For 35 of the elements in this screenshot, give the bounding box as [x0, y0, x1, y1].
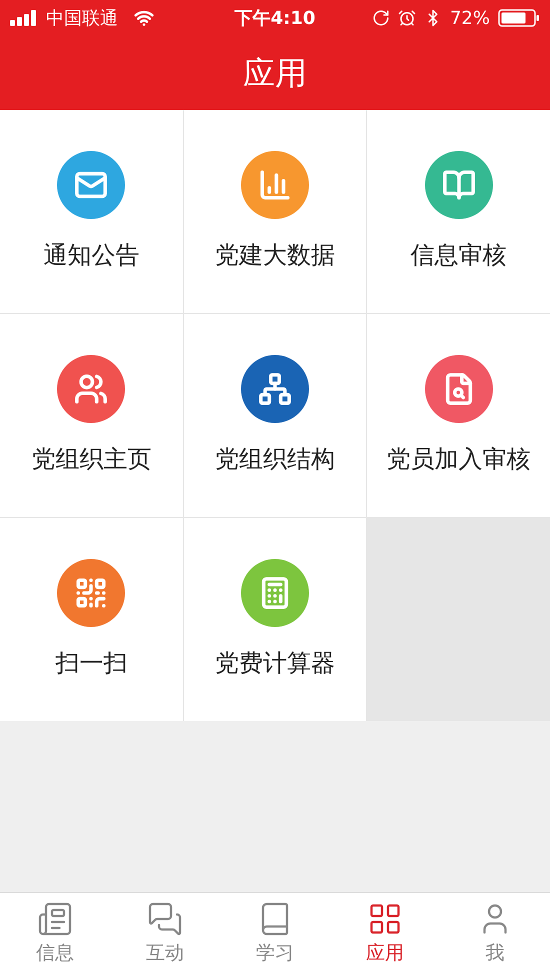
app-tile[interactable]: 通知公告	[0, 110, 183, 313]
app-tile[interactable]: 党建大数据	[184, 110, 366, 313]
tab-item[interactable]: 信息	[0, 893, 110, 976]
tab-item[interactable]: 学习	[220, 893, 330, 976]
app-label: 党员加入审核	[386, 444, 531, 474]
app-label: 党组织结构	[214, 444, 335, 474]
app-label: 信息审核	[410, 240, 507, 270]
app-label: 通知公告	[43, 240, 140, 270]
qr-code-icon	[74, 576, 108, 610]
tab-item[interactable]: 应用	[330, 893, 440, 976]
app-label: 党建大数据	[214, 240, 335, 270]
app-label: 党费计算器	[214, 648, 335, 678]
app-tile[interactable]: 党组织主页	[0, 314, 183, 517]
battery-percent: 72%	[450, 6, 490, 30]
bar-chart-icon	[258, 168, 292, 202]
newspaper-icon	[37, 901, 73, 938]
battery-icon	[498, 9, 540, 27]
book-icon	[442, 168, 476, 202]
app-tile[interactable]: 信息审核	[367, 110, 550, 313]
app-tile[interactable]: 党组织结构	[184, 314, 366, 517]
wifi-icon	[134, 8, 154, 28]
page-title: 应用	[243, 53, 307, 94]
hierarchy-icon	[258, 372, 292, 406]
alarm-icon	[398, 9, 416, 27]
tab-item[interactable]: 我	[440, 893, 550, 976]
app-label: 扫一扫	[55, 648, 128, 678]
app-tile[interactable]: 党费计算器	[184, 518, 366, 721]
chat-bubbles-icon	[147, 901, 183, 938]
app-tile[interactable]: 扫一扫	[0, 518, 183, 721]
app-label: 党组织主页	[31, 444, 152, 474]
tab-item[interactable]: 互动	[110, 893, 220, 976]
carrier-name: 中国联通	[46, 6, 118, 30]
clock-time: 下午4:10	[234, 6, 316, 30]
people-icon	[74, 372, 108, 406]
app-tile[interactable]: 党员加入审核	[367, 314, 550, 517]
